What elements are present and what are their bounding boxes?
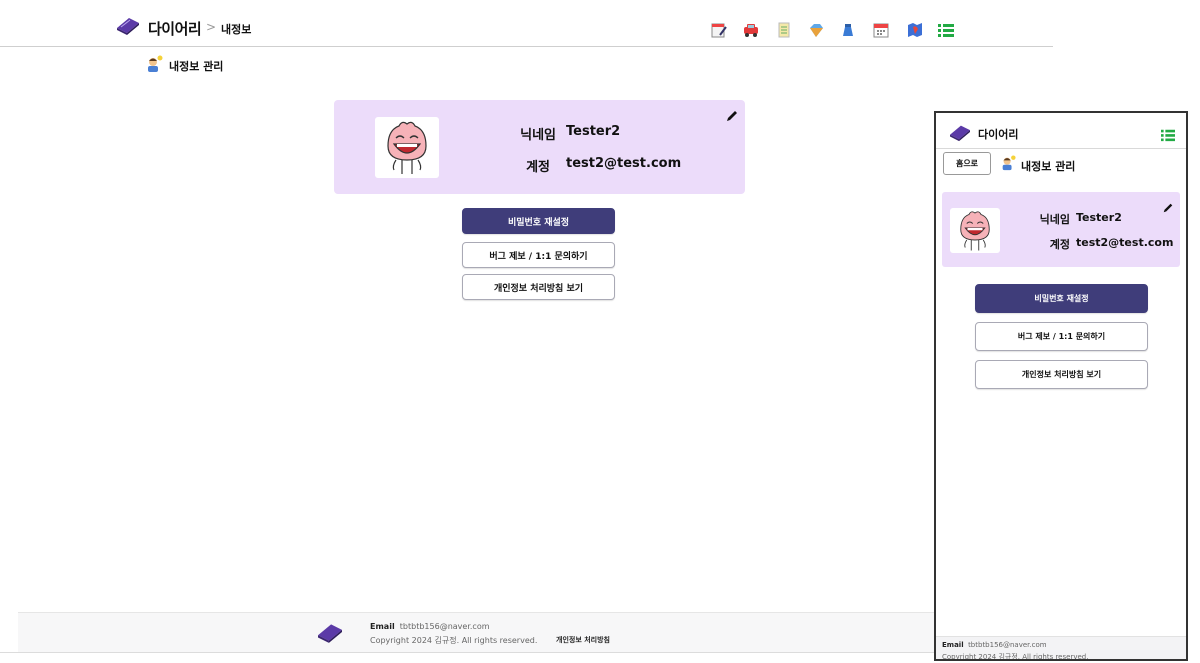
mobile-footer-copyright: Copyright 2024 김규정. All rights reserved. — [942, 653, 1089, 661]
nickname-label: 닉네임 — [520, 128, 556, 143]
mobile-menu-list-icon[interactable] — [1160, 127, 1176, 146]
brand-title[interactable]: 다이어리 — [148, 18, 202, 39]
breadcrumb-separator: > — [206, 20, 217, 34]
privacy-policy-button[interactable]: 개인정보 처리방침 보기 — [462, 274, 615, 300]
calendar-icon[interactable] — [871, 20, 891, 40]
mobile-brand-title[interactable]: 다이어리 — [978, 126, 1018, 142]
book-logo-icon[interactable] — [115, 14, 141, 36]
bug-report-button[interactable]: 버그 제보 / 1:1 문의하기 — [462, 242, 615, 268]
menu-list-icon[interactable] — [936, 20, 956, 40]
mobile-preview: 다이어리 홈으로 내정보 관리 닉네임 Tester2 계정 test2@tes… — [934, 111, 1188, 661]
page-footer — [18, 612, 938, 653]
footer-email: Email tbtbtb156@naver.com — [370, 622, 490, 631]
mobile-footer-email-value: tbtbtb156@naver.com — [968, 641, 1047, 649]
car-icon[interactable] — [741, 20, 761, 40]
mobile-nickname-value: Tester2 — [1076, 211, 1122, 224]
gem-icon[interactable] — [806, 20, 826, 40]
nickname-value: Tester2 — [566, 124, 621, 139]
map-icon[interactable] — [905, 20, 925, 40]
checklist-icon[interactable] — [774, 20, 794, 40]
bottom-divider — [0, 652, 935, 653]
footer-privacy-link[interactable]: 개인정보 처리방침 — [556, 635, 610, 645]
mobile-footer-email-label: Email — [942, 641, 964, 649]
avatar — [375, 117, 439, 178]
mobile-page-title: 내정보 관리 — [1021, 160, 1076, 173]
edit-pencil-icon[interactable] — [725, 108, 741, 124]
mobile-book-logo-icon[interactable] — [948, 122, 972, 146]
page-title: 내정보 관리 — [169, 60, 224, 73]
mobile-privacy-policy-button[interactable]: 개인정보 처리방침 보기 — [975, 360, 1148, 389]
mobile-home-button[interactable]: 홈으로 — [943, 152, 991, 175]
money-icon[interactable] — [838, 20, 858, 40]
mobile-avatar — [950, 208, 1000, 253]
account-value: test2@test.com — [566, 156, 682, 171]
mobile-account-value: test2@test.com — [1076, 236, 1174, 249]
mobile-person-idea-icon — [1000, 155, 1016, 175]
page-subheader: 내정보 관리 — [145, 55, 223, 77]
breadcrumb-current[interactable]: 내정보 — [221, 21, 251, 37]
mobile-edit-pencil-icon[interactable] — [1162, 199, 1174, 218]
footer-book-logo-icon — [315, 620, 345, 648]
person-idea-icon — [145, 55, 163, 77]
mobile-account-label: 계정 — [1049, 238, 1070, 251]
reset-password-button[interactable]: 비밀번호 재설정 — [462, 208, 615, 234]
mobile-nickname-label: 닉네임 — [1039, 213, 1070, 226]
mobile-header-divider — [936, 148, 1186, 149]
diary-icon[interactable] — [709, 20, 729, 40]
account-label: 계정 — [526, 160, 550, 175]
footer-email-value: tbtbtb156@naver.com — [399, 622, 490, 631]
mobile-footer-email: Email tbtbtb156@naver.com — [942, 641, 1047, 649]
footer-email-label: Email — [370, 622, 395, 631]
mobile-reset-password-button[interactable]: 비밀번호 재설정 — [975, 284, 1148, 313]
mobile-bug-report-button[interactable]: 버그 제보 / 1:1 문의하기 — [975, 322, 1148, 351]
footer-copyright: Copyright 2024 김규정. All rights reserved. — [370, 636, 538, 645]
